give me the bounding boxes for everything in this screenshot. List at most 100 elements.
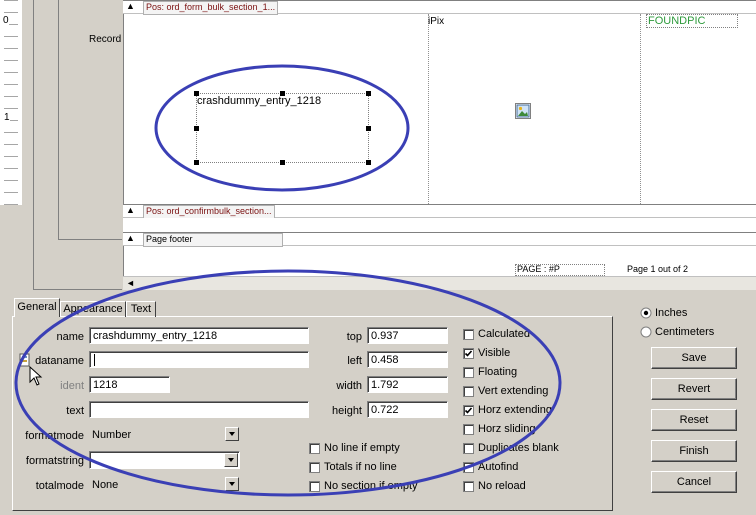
ident-label: ident	[60, 380, 84, 392]
ipix-field-label[interactable]: iPix	[428, 16, 444, 27]
no-reload-checkbox[interactable]	[463, 481, 474, 492]
ruler-mark-1: 1	[4, 112, 10, 123]
width-label: width	[336, 380, 362, 392]
dropdown-arrow-icon[interactable]	[224, 453, 238, 467]
section-tab-detail[interactable]: Pos: ord_form_bulk_section_1...	[143, 1, 279, 15]
formatmode-label: formatmode	[25, 430, 84, 442]
horz-extending-checkbox[interactable]	[463, 405, 474, 416]
inches-radio[interactable]	[640, 307, 652, 319]
text-caret	[94, 354, 95, 366]
section-gap	[123, 218, 756, 232]
collapse-arrow-icon[interactable]: ▲	[126, 205, 135, 215]
section-bar-footer[interactable]: ▲ Page footer	[123, 232, 756, 247]
cancel-button[interactable]: Cancel	[651, 471, 737, 493]
text-input[interactable]	[89, 401, 309, 418]
scroll-left-icon[interactable]: ◄	[126, 278, 135, 288]
band-frame-line-2	[58, 0, 59, 240]
visible-checkbox[interactable]	[463, 348, 474, 359]
tab-appearance[interactable]: Appearance	[60, 301, 126, 317]
dataname-input[interactable]	[89, 351, 309, 368]
calculated-checkbox[interactable]	[463, 329, 474, 340]
page-field-label: PAGE : #P	[517, 264, 560, 274]
height-input[interactable]: 0.722	[367, 401, 448, 418]
save-button[interactable]: Save	[651, 347, 737, 369]
resize-handle-e[interactable]	[366, 126, 371, 131]
totalmode-value: None	[92, 479, 119, 491]
ruler-ticks	[4, 0, 18, 205]
floating-checkbox[interactable]	[463, 367, 474, 378]
canvas-divider-vertical-2	[640, 14, 642, 204]
inches-label: Inches	[655, 307, 688, 319]
formatmode-value: Number	[92, 429, 132, 441]
width-input[interactable]: 1.792	[367, 376, 448, 393]
centimeters-label: Centimeters	[655, 326, 715, 338]
band-frame-line-1	[33, 0, 34, 290]
section-tab-footer[interactable]: Page footer	[143, 233, 283, 247]
calculated-label: Calculated	[478, 328, 530, 340]
no-reload-label: No reload	[478, 480, 526, 492]
ident-input[interactable]: 1218	[89, 376, 170, 393]
no-section-if-empty-checkbox[interactable]	[309, 481, 320, 492]
resize-handle-w[interactable]	[194, 126, 199, 131]
autofind-checkbox[interactable]	[463, 462, 474, 473]
duplicates-blank-label: Duplicates blank	[478, 442, 559, 454]
floating-label: Floating	[478, 366, 518, 378]
horz-sliding-checkbox[interactable]	[463, 424, 474, 435]
formatstring-select[interactable]	[89, 451, 240, 469]
name-input[interactable]: crashdummy_entry_1218	[89, 327, 309, 344]
horz-extending-label: Horz extending	[478, 404, 552, 416]
vert-extending-label: Vert extending	[478, 385, 549, 397]
formatstring-label: formatstring	[25, 455, 84, 467]
horizontal-scrollbar[interactable]: ◄	[123, 276, 756, 290]
name-label: name	[56, 331, 84, 343]
section-bar-detail[interactable]: ▲ Pos: ord_form_bulk_section_1...	[123, 0, 756, 15]
resize-handle-sw[interactable]	[194, 160, 199, 165]
duplicates-blank-checkbox[interactable]	[463, 443, 474, 454]
totalmode-select[interactable]: None	[89, 476, 240, 494]
tab-text[interactable]: Text	[126, 301, 156, 317]
visible-label: Visible	[478, 347, 511, 359]
left-input[interactable]: 0.458	[367, 351, 448, 368]
left-label: left	[347, 355, 362, 367]
resize-handle-s[interactable]	[280, 160, 285, 165]
top-label: top	[346, 331, 362, 343]
resize-handle-n[interactable]	[280, 91, 285, 96]
totals-if-no-line-label: Totals if no line	[324, 461, 397, 473]
resize-handle-ne[interactable]	[366, 91, 371, 96]
section-bar-confirm[interactable]: ▲ Pos: ord_confirmbulk_section...	[123, 204, 756, 219]
resize-handle-nw[interactable]	[194, 91, 199, 96]
top-input[interactable]: 0.937	[367, 327, 448, 344]
band-frame-line-4	[33, 289, 122, 290]
centimeters-radio[interactable]	[640, 326, 652, 338]
no-line-if-empty-label: No line if empty	[324, 442, 400, 454]
text-label: text	[66, 405, 84, 417]
canvas-divider-vertical-1	[428, 14, 430, 204]
tab-general[interactable]: General	[14, 298, 60, 317]
horz-sliding-label: Horz sliding	[478, 423, 536, 435]
finish-button[interactable]: Finish	[651, 440, 737, 462]
reset-button[interactable]: Reset	[651, 409, 737, 431]
collapse-arrow-icon[interactable]: ▲	[126, 1, 135, 11]
totalmode-label: totalmode	[35, 480, 84, 492]
page-of-label[interactable]: Page 1 out of 2	[627, 264, 688, 274]
no-section-if-empty-label: No section if empty	[324, 480, 418, 492]
image-placeholder-icon[interactable]	[515, 103, 531, 119]
section-tab-confirm[interactable]: Pos: ord_confirmbulk_section...	[143, 205, 275, 219]
ruler-mark-0: 0	[3, 15, 9, 26]
vert-extending-checkbox[interactable]	[463, 386, 474, 397]
band-label-record: Record	[89, 34, 122, 45]
dataname-label: dataname	[35, 355, 84, 367]
resize-handle-se[interactable]	[366, 160, 371, 165]
no-line-if-empty-checkbox[interactable]	[309, 443, 320, 454]
dropdown-arrow-icon[interactable]	[225, 477, 239, 491]
formatmode-select[interactable]: Number	[89, 426, 240, 444]
selected-element-label: crashdummy_entry_1218	[197, 95, 322, 107]
revert-button[interactable]: Revert	[651, 378, 737, 400]
collapse-arrow-icon[interactable]: ▲	[126, 233, 135, 243]
band-frame-line-3	[58, 239, 122, 240]
autofind-label: Autofind	[478, 461, 519, 473]
foundpic-field-label: FOUNDPIC	[648, 15, 706, 27]
height-label: height	[332, 405, 362, 417]
dropdown-arrow-icon[interactable]	[225, 427, 239, 441]
totals-if-no-line-checkbox[interactable]	[309, 462, 320, 473]
